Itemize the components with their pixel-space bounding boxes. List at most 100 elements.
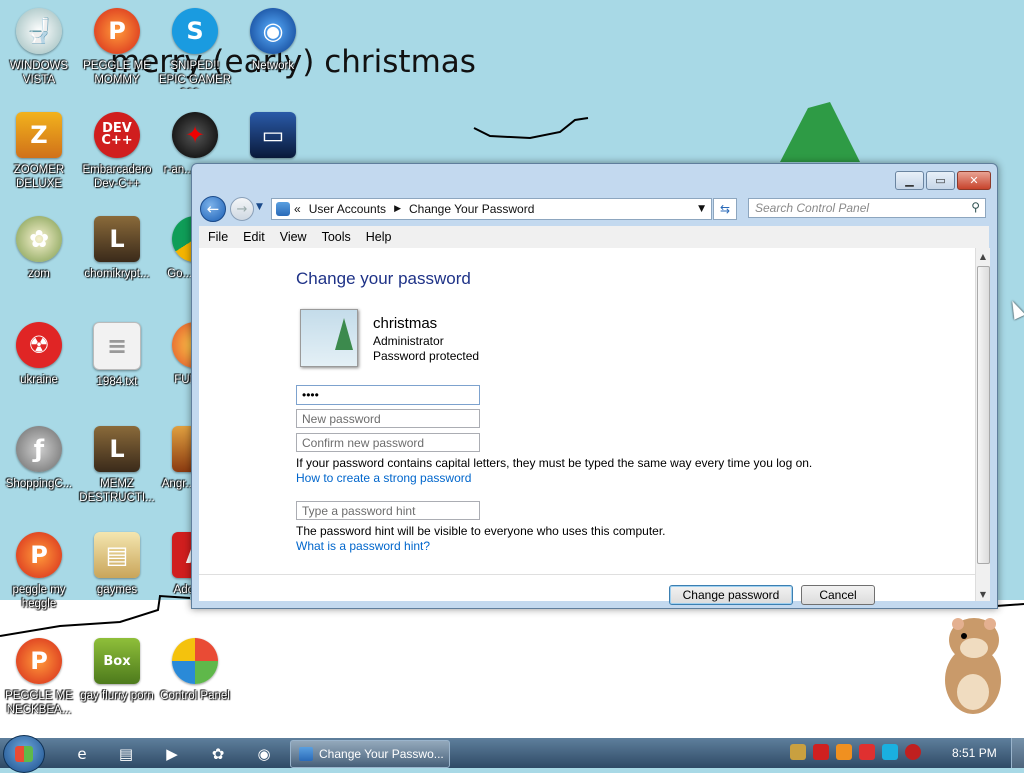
taskbar-active-window-label: Change Your Passwo... — [319, 747, 444, 761]
tray-app-icon[interactable] — [790, 744, 806, 760]
cancel-button[interactable]: Cancel — [801, 585, 875, 605]
user-name: christmas — [373, 315, 438, 332]
control-panel-icon — [172, 638, 218, 684]
password-hint-field[interactable] — [296, 501, 480, 520]
desktop-icon-box[interactable]: Box gay flurry porn — [78, 638, 156, 703]
skype-icon: S — [172, 8, 218, 54]
back-button[interactable]: ← — [200, 196, 226, 222]
breadcrumb-separator-icon[interactable]: ▶ — [394, 204, 401, 214]
tray-monitor-icon[interactable] — [882, 744, 898, 760]
control-panel-icon — [276, 202, 290, 216]
show-desktop-button[interactable] — [1011, 738, 1024, 768]
taskbar-explorer[interactable]: ▤ — [108, 742, 144, 766]
peggle-icon: P — [94, 8, 140, 54]
current-password-field[interactable] — [296, 385, 480, 405]
address-bar[interactable]: « User Accounts ▶ Change Your Password ▼ — [271, 198, 712, 220]
window-titlebar[interactable]: ▁ ▭ ✕ — [192, 164, 997, 196]
minimize-icon: ▁ — [905, 174, 914, 187]
desktop-icon-control-panel[interactable]: Control Panel — [156, 638, 234, 703]
menu-bar: File Edit View Tools Help — [199, 226, 989, 248]
desktop-icon-1984-txt[interactable]: ≡ 1984.txt — [78, 322, 156, 389]
refresh-icon: ⇆ — [719, 202, 731, 216]
menu-view[interactable]: View — [280, 230, 307, 244]
taskbar-app[interactable]: ✿ — [200, 742, 236, 766]
address-dropdown-icon[interactable]: ▼ — [698, 204, 705, 214]
menu-help[interactable]: Help — [366, 230, 392, 244]
forward-button[interactable]: → — [230, 197, 254, 221]
taskbar-active-window[interactable]: Change Your Passwo... — [290, 740, 450, 768]
chrome-icon: ◉ — [257, 745, 271, 763]
search-icon[interactable]: ⚲ — [971, 200, 980, 214]
network-globe-icon: ◉ — [250, 8, 296, 54]
desktop-icon-peggle-me-neckbeard[interactable]: P PEGGLE ME NECKBEA... — [0, 638, 78, 717]
menu-file[interactable]: File — [208, 230, 228, 244]
red-disc-icon: ✦ — [172, 112, 218, 158]
devcpp-icon: DEV C++ — [94, 112, 140, 158]
user-role: Administrator — [373, 334, 444, 348]
recent-pages-dropdown[interactable]: ▼ — [256, 202, 263, 212]
maximize-button[interactable]: ▭ — [926, 171, 955, 190]
navigation-bar: ← → ▼ « User Accounts ▶ Change Your Pass… — [199, 196, 989, 222]
tray-search-icon[interactable] — [836, 744, 852, 760]
desktop-icon-zoomer-deluxe[interactable]: Z ZOOMER DELUXE — [0, 112, 78, 191]
breadcrumb-user-accounts[interactable]: User Accounts — [309, 202, 386, 216]
desktop-icon-zom[interactable]: ✿ zom — [0, 216, 78, 281]
search-placeholder: Search Control Panel — [755, 201, 870, 215]
zoomer-icon: Z — [16, 112, 62, 158]
search-input[interactable]: Search Control Panel ⚲ — [748, 198, 986, 218]
user-status: Password protected — [373, 349, 480, 363]
desktop-icon-network[interactable]: ◉ Network — [234, 8, 312, 73]
desktop-icon-windows-vista[interactable]: 🚽 WINDOWS VISTA — [0, 8, 78, 87]
radiation-icon: ☢ — [16, 322, 62, 368]
new-password-field[interactable] — [296, 409, 480, 428]
confirm-password-field[interactable] — [296, 433, 480, 452]
desktop-icon-gaymes[interactable]: ▤ gaymes — [78, 532, 156, 597]
scrollbar-thumb[interactable] — [977, 266, 990, 564]
menu-tools[interactable]: Tools — [322, 230, 351, 244]
desktop-icon-memz[interactable]: L MEMZ DESTRUCTI... — [78, 426, 156, 505]
monitor-icon: ▭ — [250, 112, 296, 158]
desktop-icon-sniped[interactable]: S SNIPED!! EPIC GAMER 360... — [156, 8, 234, 89]
footer-divider — [199, 574, 975, 575]
start-button[interactable] — [3, 735, 45, 773]
minimize-button[interactable]: ▁ — [895, 171, 924, 190]
tray-flag-icon[interactable] — [859, 744, 875, 760]
hint-visibility-note: The password hint will be visible to eve… — [296, 524, 666, 538]
desktop-icon-shopping[interactable]: ƒ ShoppingC... — [0, 426, 78, 491]
caps-lock-note: If your password contains capital letter… — [296, 456, 813, 470]
back-arrow-icon: ← — [206, 200, 220, 218]
close-button[interactable]: ✕ — [957, 171, 991, 190]
windows-logo-icon — [15, 746, 33, 762]
password-hint-link[interactable]: What is a password hint? — [296, 539, 430, 553]
content-pane: Change your password christmas Administr… — [199, 248, 975, 605]
desktop-icon-monitor[interactable]: ▭ — [234, 112, 312, 158]
maximize-icon: ▭ — [935, 174, 946, 187]
taskbar-ie[interactable]: e — [64, 742, 100, 766]
peggle-icon: P — [16, 638, 62, 684]
breadcrumb-overflow[interactable]: « — [294, 202, 301, 216]
tray-volume-icon[interactable] — [905, 744, 921, 760]
desktop-icon-devcpp[interactable]: DEV C++ Embarcadero Dev-C++ — [78, 112, 156, 191]
tray-antivirus-icon[interactable] — [813, 744, 829, 760]
folder-icon: ▤ — [118, 745, 134, 763]
control-panel-icon — [299, 747, 313, 761]
refresh-button[interactable]: ⇆ — [713, 198, 737, 220]
taskbar-media-player[interactable]: ▶ — [154, 742, 190, 766]
desktop-icon-chomikrypt[interactable]: L chomikrypt... — [78, 216, 156, 281]
strong-password-link[interactable]: How to create a strong password — [296, 471, 471, 485]
desktop-icon-peggle-me-mommy[interactable]: P PEGGLE ME MOMMY — [78, 8, 156, 87]
change-password-button[interactable]: Change password — [669, 585, 793, 605]
breadcrumb-change-password[interactable]: Change Your Password — [409, 202, 534, 216]
menu-edit[interactable]: Edit — [243, 230, 265, 244]
vertical-scrollbar[interactable]: ▲ ▼ — [975, 248, 990, 601]
scroll-up-icon[interactable]: ▲ — [976, 252, 990, 261]
flash-icon: ƒ — [16, 426, 62, 472]
scroll-down-icon[interactable]: ▼ — [976, 590, 990, 599]
media-player-icon: ▶ — [166, 745, 178, 763]
taskbar-clock[interactable]: 8:51 PM — [952, 746, 997, 760]
desktop-icon-peggle-my-heggle[interactable]: P peggle my heggle — [0, 532, 78, 611]
desktop-icon-ukraine[interactable]: ☢ ukraine — [0, 322, 78, 387]
close-icon: ✕ — [969, 174, 979, 187]
taskbar-chrome[interactable]: ◉ — [246, 742, 282, 766]
hamster-image — [938, 612, 1008, 716]
